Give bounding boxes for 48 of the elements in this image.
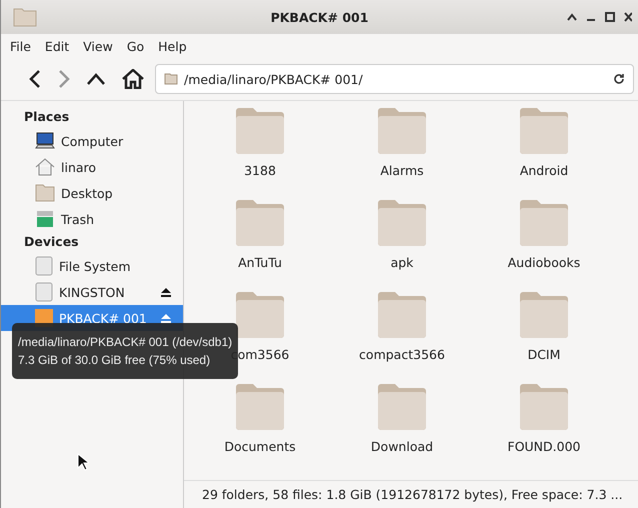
folder-icon <box>35 184 55 202</box>
chevron-up-icon[interactable] <box>567 13 577 21</box>
folder-name[interactable]: FOUND.000 <box>508 439 580 454</box>
tooltip-text: 7.3 GiB of 30.0 GiB free (75% used) <box>18 352 212 369</box>
maximize-icon[interactable] <box>605 12 615 22</box>
drive-icon <box>35 282 53 302</box>
close-icon[interactable] <box>624 12 632 22</box>
computer-icon <box>35 132 55 150</box>
folder-name[interactable]: AnTuTu <box>238 255 282 270</box>
sidebar-item[interactable]: KINGSTON <box>1 279 183 305</box>
reload-icon[interactable] <box>613 73 625 85</box>
tooltip-text: /media/linaro/PKBACK# 001 (/dev/sdb1) <box>18 334 232 350</box>
menu-item[interactable]: Edit <box>40 38 74 54</box>
drive-icon <box>35 256 53 276</box>
folder-name[interactable]: Audiobooks <box>508 255 580 270</box>
section-heading: Places <box>23 108 70 126</box>
sidebar-item[interactable]: Trash <box>1 206 183 232</box>
up-icon[interactable] <box>87 73 105 85</box>
menu-item[interactable]: File <box>5 38 36 54</box>
sidebar-item[interactable]: File System <box>1 253 183 279</box>
window-title: PKBACK# 001 <box>270 10 368 24</box>
menu-item[interactable]: View <box>78 38 118 54</box>
status-bar: 29 folders, 58 files: 1.8 GiB (1912678172 bytes), Free space: 7.3 ... <box>184 480 638 508</box>
folder-icon[interactable] <box>234 291 286 339</box>
eject-icon[interactable] <box>161 288 171 296</box>
menu-item[interactable]: Help <box>153 38 192 54</box>
folder-name[interactable]: Android <box>520 163 568 178</box>
sidebar-item[interactable]: linaro <box>1 154 183 180</box>
folder-name[interactable]: 3188 <box>244 163 276 178</box>
home-icon[interactable] <box>122 69 144 89</box>
folder-name[interactable]: apk <box>390 255 414 270</box>
sidebar-item[interactable]: Desktop <box>1 180 183 206</box>
folder-name[interactable]: Documents <box>224 439 296 454</box>
mouse-pointer-icon <box>77 453 89 471</box>
folder-name[interactable]: Alarms <box>380 163 424 178</box>
trash-icon <box>35 210 55 228</box>
folder-name[interactable]: compact3566 <box>359 347 445 362</box>
forward-icon[interactable] <box>58 70 70 88</box>
location-field[interactable]: /media/linaro/PKBACK# 001/ <box>155 64 634 94</box>
folder-icon <box>164 73 178 85</box>
sidebar-item[interactable]: Computer <box>1 128 183 154</box>
folder-icon <box>13 7 37 27</box>
menu-item[interactable]: Go <box>122 38 150 54</box>
folder-name[interactable]: DCIM <box>528 347 560 362</box>
house-icon <box>35 158 55 176</box>
folder-name[interactable]: Download <box>370 439 434 454</box>
back-icon[interactable] <box>29 70 41 88</box>
section-heading: Devices <box>23 233 80 251</box>
